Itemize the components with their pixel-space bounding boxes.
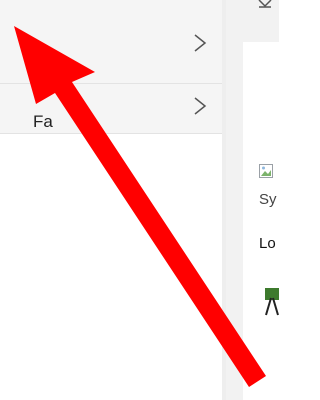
- chevron-right-icon: [194, 34, 207, 52]
- image-caption: Sy: [259, 191, 277, 208]
- chevron-right-icon: [194, 97, 207, 115]
- details-label: Lo: [259, 235, 276, 252]
- back-arrow-icon[interactable]: [258, 0, 272, 8]
- details-subheading: Fa: [33, 112, 53, 131]
- details-heading: Fa: [33, 62, 56, 83]
- easel-icon: [265, 288, 279, 316]
- screen: Fa Fa Sy Lo: [0, 0, 279, 400]
- navigation-panel: [0, 0, 222, 400]
- image-placeholder-icon: [259, 164, 273, 178]
- details-card: [243, 42, 279, 400]
